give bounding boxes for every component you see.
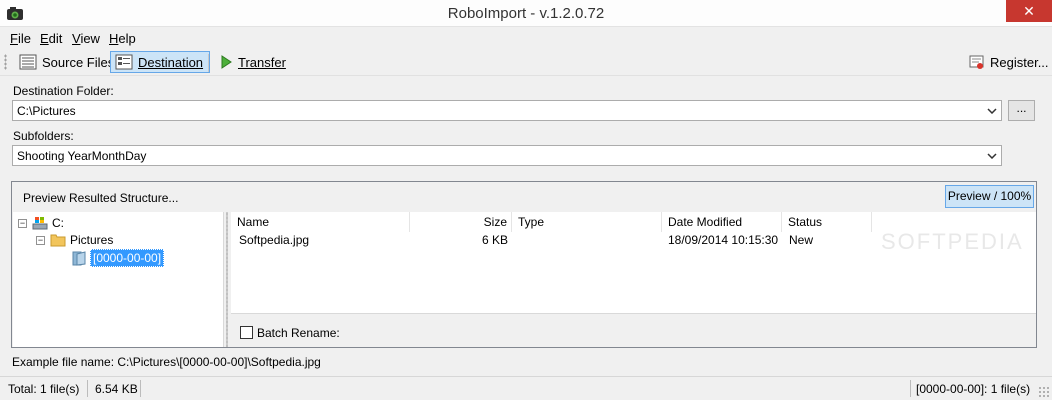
register-certificate-icon [969, 55, 984, 69]
tree-selected-label: [0000-00-00] [90, 249, 165, 267]
open-folder-icon [72, 251, 86, 266]
pane-splitter[interactable] [224, 212, 230, 347]
preview-header: Preview Resulted Structure... Preview / … [12, 182, 1036, 212]
column-name[interactable]: Name [231, 212, 410, 232]
destination-folder-label: Destination Folder: [13, 84, 114, 98]
menu-view[interactable]: View [72, 31, 100, 46]
status-separator [140, 380, 141, 397]
batch-rename-label: Batch Rename: [257, 326, 340, 340]
play-icon [221, 55, 232, 69]
destination-list-icon [115, 54, 133, 70]
menu-help[interactable]: Help [109, 31, 136, 46]
browse-button[interactable]: ... [1008, 100, 1035, 121]
toolbar: Source Files Destination Transfer Regist… [0, 48, 1052, 76]
splitter-grip [226, 212, 228, 347]
status-total: Total: 1 file(s) [8, 382, 80, 396]
transfer-button[interactable]: Transfer [214, 51, 293, 73]
cell-status: New [789, 233, 814, 247]
folder-icon [50, 234, 66, 247]
collapse-icon[interactable]: − [18, 218, 27, 228]
folder-tree[interactable]: − C: − Pictures [0000-00-00] [13, 212, 224, 347]
source-files-button[interactable]: Source Files [14, 51, 121, 73]
destination-label: Destination [138, 54, 204, 70]
drive-icon [32, 217, 48, 230]
collapse-icon[interactable]: − [36, 235, 45, 245]
subfolders-combo[interactable]: Shooting YearMonthDay [12, 145, 1002, 166]
menu-file-label: ile [17, 31, 31, 46]
column-type[interactable]: Type [512, 212, 662, 232]
example-value: C:\Pictures\[0000-00-00]\Softpedia.jpg [117, 355, 321, 369]
source-files-label: Source Files [42, 54, 115, 70]
tree-node-drive[interactable]: − C: [18, 215, 64, 231]
register-label: Register... [990, 54, 1049, 70]
example-label: Example file name: [12, 355, 115, 369]
status-size: 6.54 KB [95, 382, 138, 396]
column-date-modified[interactable]: Date Modified [662, 212, 782, 232]
toolbar-grip[interactable] [4, 54, 7, 70]
batch-rename-area: Batch Rename: [231, 313, 1036, 347]
column-status[interactable]: Status [782, 212, 872, 232]
title-bar: RoboImport - v.1.2.0.72 ✕ [0, 0, 1052, 27]
register-button[interactable]: Register... [964, 51, 1052, 73]
watermark-text: SOFTPEDIA [881, 229, 1024, 254]
preview-panel: Preview Resulted Structure... Preview / … [11, 181, 1037, 348]
batch-rename-checkbox[interactable] [240, 326, 253, 339]
chevron-down-icon[interactable] [985, 148, 999, 163]
window-title: RoboImport - v.1.2.0.72 [447, 5, 605, 22]
cell-date: 18/09/2014 10:15:30 [668, 233, 779, 247]
destination-folder-combo[interactable]: C:\Pictures [12, 100, 1002, 121]
menu-help-label: elp [118, 31, 136, 46]
tree-node-date-folder[interactable]: [0000-00-00] [72, 249, 165, 267]
tree-drive-label: C: [52, 216, 64, 230]
column-size[interactable]: Size [410, 212, 512, 232]
list-icon [19, 54, 37, 70]
example-filename: Example file name: C:\Pictures\[0000-00-… [12, 355, 321, 369]
menu-file-accel: F [10, 31, 18, 46]
file-list[interactable]: Name Size Type Date Modified Status Soft… [231, 212, 1036, 313]
tree-pictures-label: Pictures [70, 233, 114, 247]
tree-node-pictures[interactable]: − Pictures [36, 233, 113, 247]
status-bar: Total: 1 file(s) 6.54 KB [0000-00-00]: 1… [0, 376, 1052, 400]
status-separator [87, 380, 88, 397]
status-separator [910, 380, 911, 397]
destination-button[interactable]: Destination [110, 51, 211, 73]
cell-size: 6 KB [481, 233, 508, 247]
menu-edit[interactable]: Edit [40, 31, 62, 46]
subfolders-label: Subfolders: [13, 129, 74, 143]
menu-help-accel: H [109, 31, 119, 46]
transfer-label: Transfer [238, 54, 286, 70]
preview-title: Preview Resulted Structure... [23, 191, 179, 205]
menu-edit-accel: E [40, 31, 49, 46]
menu-bar: File Edit View Help [0, 28, 1052, 48]
menu-view-label: iew [80, 31, 100, 46]
menu-edit-label: dit [48, 31, 63, 46]
close-button[interactable]: ✕ [1006, 0, 1052, 22]
status-folder-count: [0000-00-00]: 1 file(s) [916, 382, 1031, 396]
chevron-down-icon[interactable] [985, 103, 999, 118]
destination-folder-value: C:\Pictures [17, 104, 76, 118]
resize-grip[interactable] [1038, 386, 1050, 398]
preview-zoom-button[interactable]: Preview / 100% [945, 185, 1034, 208]
subfolders-value: Shooting YearMonthDay [17, 149, 147, 163]
toolbar-separator [208, 54, 209, 72]
menu-file[interactable]: File [10, 31, 31, 46]
cell-name: Softpedia.jpg [239, 233, 310, 247]
